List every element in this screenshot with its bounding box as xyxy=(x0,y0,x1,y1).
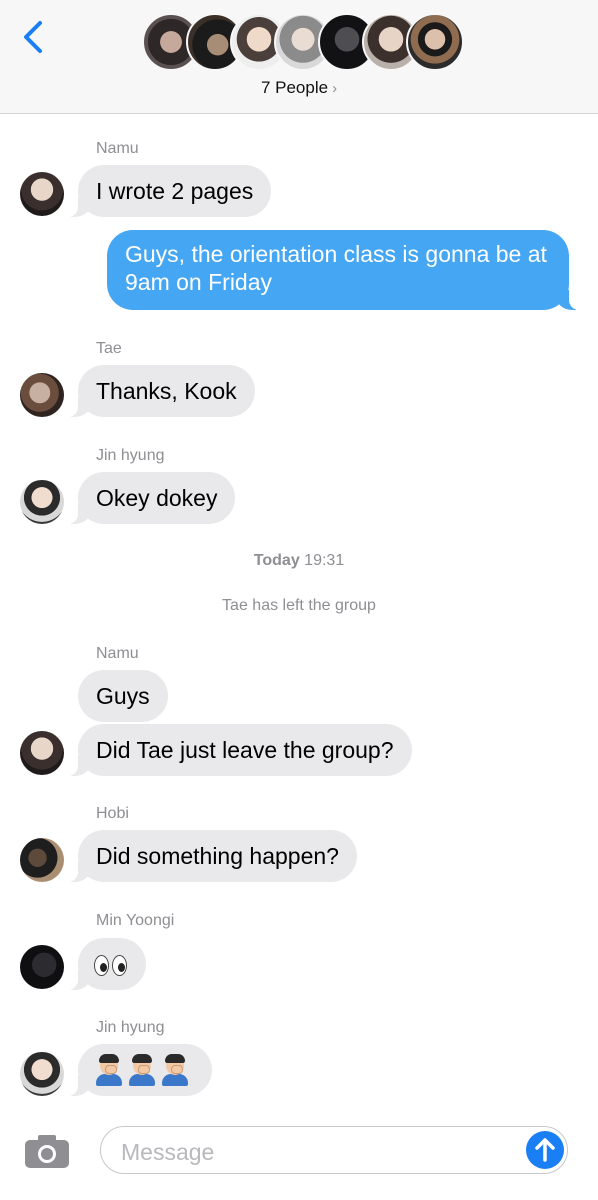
message-bubble[interactable]: Did something happen? xyxy=(68,830,357,882)
avatar[interactable] xyxy=(20,731,64,775)
group-info-link[interactable]: 7 People › xyxy=(0,78,598,98)
outgoing-message-bubble[interactable]: Guys, the orientation class is gonna be … xyxy=(107,230,579,310)
timestamp: Today 19:31 xyxy=(0,552,598,570)
message-bubble[interactable]: Did Tae just leave the group? xyxy=(68,724,412,776)
camera-icon xyxy=(25,1135,69,1168)
chevron-left-icon xyxy=(24,21,42,53)
arrow-up-icon xyxy=(535,1138,555,1162)
send-button[interactable] xyxy=(526,1131,564,1169)
message-bubble[interactable] xyxy=(68,938,146,990)
chevron-right-icon: › xyxy=(332,80,338,97)
sender-name: Hobi xyxy=(96,805,129,822)
message-text: Guys, the orientation class is gonna be … xyxy=(125,241,547,295)
sender-name: Jin hyung xyxy=(96,1019,165,1036)
facepalm-emoji-icon xyxy=(127,1054,157,1086)
facepalm-emoji-icon xyxy=(94,1054,124,1086)
message-bubble[interactable]: Guys xyxy=(78,670,168,722)
message-composer[interactable] xyxy=(100,1126,568,1174)
message-bubble[interactable]: Thanks, Kook xyxy=(68,365,255,417)
system-notice: Tae has left the group xyxy=(222,597,376,614)
avatar[interactable] xyxy=(20,373,64,417)
chat-header: 7 People › xyxy=(0,0,598,114)
message-bubble[interactable] xyxy=(68,1044,212,1096)
message-text: Guys xyxy=(96,683,150,709)
message-text: Thanks, Kook xyxy=(96,378,237,404)
eyes-emoji-icon xyxy=(94,954,128,977)
facepalm-emoji-icon xyxy=(160,1054,190,1086)
sender-name: Jin hyung xyxy=(96,447,165,464)
avatar xyxy=(406,13,464,71)
avatar[interactable] xyxy=(20,945,64,989)
message-input[interactable] xyxy=(119,1136,513,1168)
message-text: Okey dokey xyxy=(96,485,218,511)
timestamp-day: Today xyxy=(253,552,300,569)
sender-name: Namu xyxy=(96,140,139,157)
message-bubble[interactable]: I wrote 2 pages xyxy=(67,165,272,217)
back-button[interactable] xyxy=(18,18,52,56)
message-text: I wrote 2 pages xyxy=(96,178,254,204)
camera-button[interactable] xyxy=(24,1133,70,1169)
sender-name: Namu xyxy=(96,645,139,662)
timestamp-time: 19:31 xyxy=(304,552,345,569)
message-text: Did Tae just leave the group? xyxy=(96,737,394,763)
avatar[interactable] xyxy=(20,480,64,524)
message-bubble[interactable]: Okey dokey xyxy=(67,472,236,524)
avatar[interactable] xyxy=(20,172,64,216)
avatar[interactable] xyxy=(20,838,64,882)
people-count-label: 7 People xyxy=(260,78,329,97)
avatar[interactable] xyxy=(20,1052,64,1096)
group-avatars[interactable] xyxy=(142,13,464,71)
sender-name: Tae xyxy=(96,340,122,357)
message-text: Did something happen? xyxy=(96,843,339,869)
sender-name: Min Yoongi xyxy=(96,912,175,929)
